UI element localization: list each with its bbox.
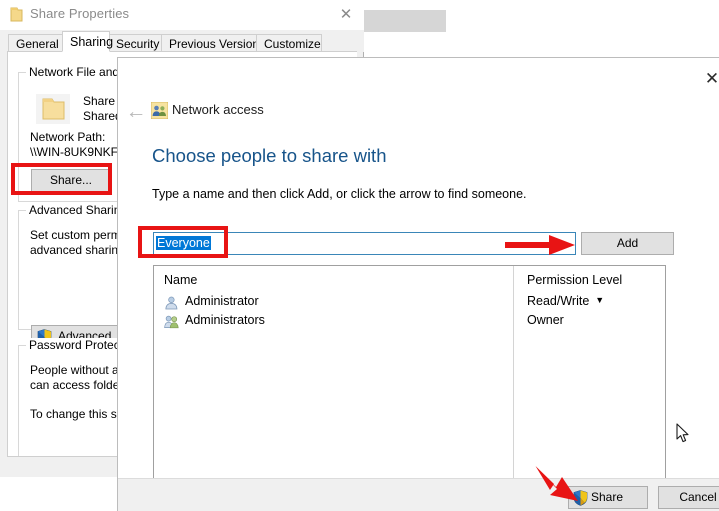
share-dialog-button[interactable]: Share... [31, 169, 111, 192]
screenshot-root: Share Properties ✕ General Sharing Secur… [0, 0, 719, 511]
folder-icon [10, 7, 23, 22]
tab-sharing[interactable]: Sharing [62, 31, 113, 52]
permission-cell: Owner [527, 313, 564, 327]
password-protection-line1: People without a [30, 363, 119, 377]
shared-folder-icon [36, 94, 70, 129]
close-icon[interactable]: ✕ [701, 69, 719, 89]
column-header-permission: Permission Level [527, 273, 623, 287]
row-name-label: Administrators [185, 313, 265, 327]
share-button-label: Share [591, 490, 624, 504]
page-title: Choose people to share with [152, 145, 387, 166]
password-protection-line3: To change this se [30, 407, 124, 421]
table-row[interactable]: Administrators [164, 313, 265, 332]
properties-window-title: Share Properties [30, 6, 130, 21]
users-group-icon [164, 315, 179, 332]
list-column-divider [513, 266, 514, 490]
advanced-sharing-legend: Advanced Sharing [26, 203, 131, 217]
advanced-sharing-text-line2: advanced sharing [30, 243, 125, 257]
tab-customize[interactable]: Customize [256, 34, 322, 52]
tab-security[interactable]: Security [108, 34, 163, 52]
share-name-primary: Share [83, 94, 116, 108]
share-name-secondary: Shared [83, 109, 122, 123]
table-row[interactable]: Administrator [164, 294, 259, 313]
chevron-down-icon[interactable]: ▼ [595, 295, 604, 305]
name-input-value: Everyone [156, 236, 211, 250]
permission-cell[interactable]: Read/Write ▼ [527, 294, 604, 308]
network-path-label: Network Path: [30, 130, 106, 144]
properties-tabstrip: General Sharing Security Previous Versio… [0, 30, 364, 52]
password-protection-legend: Password Protecti [26, 338, 129, 352]
permission-label: Owner [527, 313, 564, 327]
shield-icon [573, 490, 588, 511]
name-input[interactable]: Everyone [153, 232, 576, 255]
page-subtitle: Type a name and then click Add, or click… [152, 187, 527, 201]
network-path-value: \\WIN-8UK9NKF [30, 145, 119, 159]
advanced-sharing-text-line1: Set custom permis [30, 228, 130, 242]
share-button[interactable]: Share [568, 486, 648, 509]
tab-previous-versions[interactable]: Previous Versions [161, 34, 265, 52]
close-icon[interactable]: ✕ [336, 6, 356, 24]
tab-general[interactable]: General [8, 34, 64, 52]
back-arrow-icon[interactable]: ← [123, 99, 149, 125]
user-icon [164, 296, 179, 313]
users-icon [150, 101, 169, 124]
row-name-label: Administrator [185, 294, 259, 308]
cancel-button[interactable]: Cancel [658, 486, 719, 509]
column-header-name: Name [164, 273, 198, 287]
network-access-header-title: Network access [172, 102, 264, 117]
background-strip [363, 10, 446, 32]
add-button[interactable]: Add [581, 232, 674, 255]
network-access-dialog: ✕ ← Network access Choose people to shar… [117, 57, 719, 511]
properties-titlebar: Share Properties ✕ [0, 0, 364, 30]
network-file-sharing-legend: Network File and [26, 65, 123, 79]
permission-label: Read/Write [527, 294, 590, 308]
share-people-listbox[interactable]: Name Permission Level Administrator Read… [153, 265, 666, 491]
password-protection-line2: can access folder [30, 378, 124, 392]
